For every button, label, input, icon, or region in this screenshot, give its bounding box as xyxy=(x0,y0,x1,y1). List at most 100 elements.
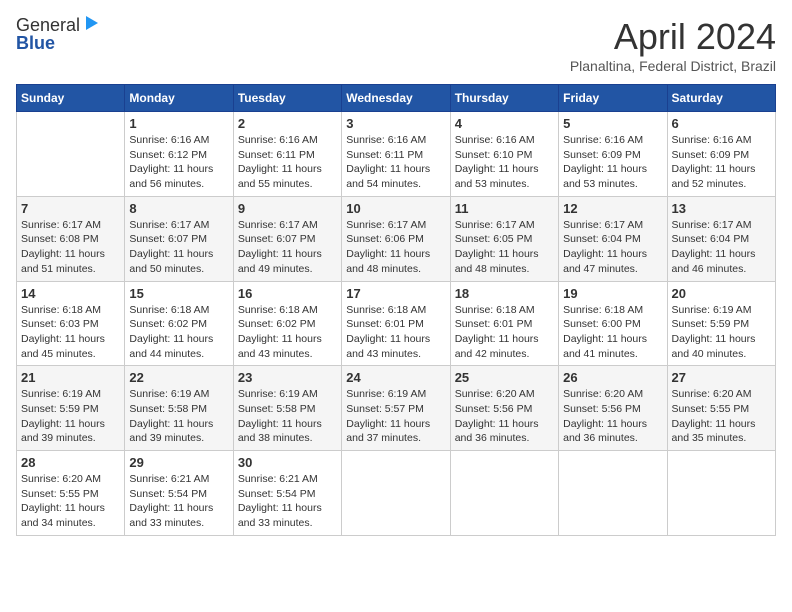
calendar-cell: 3Sunrise: 6:16 AM Sunset: 6:11 PM Daylig… xyxy=(342,112,450,197)
calendar-cell: 9 Sunrise: 6:17 AM Sunset: 6:07 PM Daylig… xyxy=(233,196,341,281)
day-number: 9 xyxy=(238,201,337,216)
calendar-cell: 11 Sunrise: 6:17 AM Sunset: 6:05 PM Dayli… xyxy=(450,196,558,281)
calendar-cell: 22 Sunrise: 6:19 AM Sunset: 5:58 PM Dayli… xyxy=(125,366,233,451)
calendar-cell: 14Sunrise: 6:18 AM Sunset: 6:03 PM Dayli… xyxy=(17,281,125,366)
logo-general-text: General xyxy=(16,16,80,34)
calendar-body: 1 Sunrise: 6:16 AM Sunset: 6:12 PM Daylig… xyxy=(17,112,776,536)
day-number: 1 xyxy=(129,116,228,131)
day-detail: Sunrise: 6:16 AM Sunset: 6:12 PM Dayligh… xyxy=(129,133,228,192)
header-row: SundayMondayTuesdayWednesdayThursdayFrid… xyxy=(17,85,776,112)
week-row-2: 7 Sunrise: 6:17 AM Sunset: 6:08 PM Daylig… xyxy=(17,196,776,281)
col-header-sunday: Sunday xyxy=(17,85,125,112)
calendar-header: SundayMondayTuesdayWednesdayThursdayFrid… xyxy=(17,85,776,112)
day-number: 27 xyxy=(672,370,771,385)
calendar-cell: 30Sunrise: 6:21 AM Sunset: 5:54 PM Dayli… xyxy=(233,451,341,536)
calendar-cell: 28Sunrise: 6:20 AM Sunset: 5:55 PM Dayli… xyxy=(17,451,125,536)
day-detail: Sunrise: 6:16 AM Sunset: 6:09 PM Dayligh… xyxy=(672,133,771,192)
logo: General Blue xyxy=(16,16,98,53)
page-header: General Blue April 2024 Planaltina, Fede… xyxy=(16,16,776,74)
day-detail: Sunrise: 6:17 AM Sunset: 6:04 PM Dayligh… xyxy=(563,218,662,277)
day-detail: Sunrise: 6:20 AM Sunset: 5:55 PM Dayligh… xyxy=(672,387,771,446)
day-detail: Sunrise: 6:17 AM Sunset: 6:06 PM Dayligh… xyxy=(346,218,445,277)
day-detail: Sunrise: 6:19 AM Sunset: 5:58 PM Dayligh… xyxy=(129,387,228,446)
day-number: 4 xyxy=(455,116,554,131)
col-header-friday: Friday xyxy=(559,85,667,112)
col-header-tuesday: Tuesday xyxy=(233,85,341,112)
title-area: April 2024 Planaltina, Federal District,… xyxy=(570,16,776,74)
calendar-cell: 21 Sunrise: 6:19 AM Sunset: 5:59 PM Dayli… xyxy=(17,366,125,451)
day-number: 22 xyxy=(129,370,228,385)
day-number: 30 xyxy=(238,455,337,470)
calendar-cell: 15 Sunrise: 6:18 AM Sunset: 6:02 PM Dayli… xyxy=(125,281,233,366)
col-header-thursday: Thursday xyxy=(450,85,558,112)
day-number: 26 xyxy=(563,370,662,385)
day-detail: Sunrise: 6:20 AM Sunset: 5:56 PM Dayligh… xyxy=(455,387,554,446)
calendar-cell: 5 Sunrise: 6:16 AM Sunset: 6:09 PM Daylig… xyxy=(559,112,667,197)
day-number: 19 xyxy=(563,286,662,301)
calendar-cell: 20 Sunrise: 6:19 AM Sunset: 5:59 PM Dayli… xyxy=(667,281,775,366)
day-number: 7 xyxy=(21,201,120,216)
month-title: April 2024 xyxy=(570,16,776,58)
week-row-3: 14Sunrise: 6:18 AM Sunset: 6:03 PM Dayli… xyxy=(17,281,776,366)
day-number: 5 xyxy=(563,116,662,131)
calendar-cell: 25 Sunrise: 6:20 AM Sunset: 5:56 PM Dayli… xyxy=(450,366,558,451)
day-detail: Sunrise: 6:17 AM Sunset: 6:07 PM Dayligh… xyxy=(129,218,228,277)
calendar-cell: 7 Sunrise: 6:17 AM Sunset: 6:08 PM Daylig… xyxy=(17,196,125,281)
day-detail: Sunrise: 6:19 AM Sunset: 5:57 PM Dayligh… xyxy=(346,387,445,446)
calendar-cell: 4Sunrise: 6:16 AM Sunset: 6:10 PM Daylig… xyxy=(450,112,558,197)
day-number: 29 xyxy=(129,455,228,470)
day-detail: Sunrise: 6:18 AM Sunset: 6:01 PM Dayligh… xyxy=(455,303,554,362)
day-detail: Sunrise: 6:21 AM Sunset: 5:54 PM Dayligh… xyxy=(129,472,228,531)
day-detail: Sunrise: 6:19 AM Sunset: 5:59 PM Dayligh… xyxy=(672,303,771,362)
calendar-cell: 24 Sunrise: 6:19 AM Sunset: 5:57 PM Dayli… xyxy=(342,366,450,451)
day-number: 16 xyxy=(238,286,337,301)
calendar-cell xyxy=(667,451,775,536)
day-detail: Sunrise: 6:18 AM Sunset: 6:01 PM Dayligh… xyxy=(346,303,445,362)
day-detail: Sunrise: 6:17 AM Sunset: 6:08 PM Dayligh… xyxy=(21,218,120,277)
col-header-monday: Monday xyxy=(125,85,233,112)
logo-arrow-icon xyxy=(84,16,98,34)
day-detail: Sunrise: 6:17 AM Sunset: 6:05 PM Dayligh… xyxy=(455,218,554,277)
week-row-1: 1 Sunrise: 6:16 AM Sunset: 6:12 PM Daylig… xyxy=(17,112,776,197)
day-number: 13 xyxy=(672,201,771,216)
day-detail: Sunrise: 6:19 AM Sunset: 5:58 PM Dayligh… xyxy=(238,387,337,446)
day-number: 24 xyxy=(346,370,445,385)
day-detail: Sunrise: 6:17 AM Sunset: 6:07 PM Dayligh… xyxy=(238,218,337,277)
day-detail: Sunrise: 6:16 AM Sunset: 6:11 PM Dayligh… xyxy=(238,133,337,192)
calendar-cell: 12 Sunrise: 6:17 AM Sunset: 6:04 PM Dayli… xyxy=(559,196,667,281)
calendar-cell: 29 Sunrise: 6:21 AM Sunset: 5:54 PM Dayli… xyxy=(125,451,233,536)
calendar-cell: 16 Sunrise: 6:18 AM Sunset: 6:02 PM Dayli… xyxy=(233,281,341,366)
day-number: 25 xyxy=(455,370,554,385)
calendar-cell: 1 Sunrise: 6:16 AM Sunset: 6:12 PM Daylig… xyxy=(125,112,233,197)
day-number: 15 xyxy=(129,286,228,301)
col-header-wednesday: Wednesday xyxy=(342,85,450,112)
day-detail: Sunrise: 6:18 AM Sunset: 6:03 PM Dayligh… xyxy=(21,303,120,362)
day-detail: Sunrise: 6:17 AM Sunset: 6:04 PM Dayligh… xyxy=(672,218,771,277)
calendar-cell: 10 Sunrise: 6:17 AM Sunset: 6:06 PM Dayli… xyxy=(342,196,450,281)
day-number: 6 xyxy=(672,116,771,131)
day-number: 10 xyxy=(346,201,445,216)
calendar-table: SundayMondayTuesdayWednesdayThursdayFrid… xyxy=(16,84,776,536)
calendar-cell: 2Sunrise: 6:16 AM Sunset: 6:11 PM Daylig… xyxy=(233,112,341,197)
day-number: 21 xyxy=(21,370,120,385)
calendar-cell: 27 Sunrise: 6:20 AM Sunset: 5:55 PM Dayli… xyxy=(667,366,775,451)
week-row-4: 21 Sunrise: 6:19 AM Sunset: 5:59 PM Dayli… xyxy=(17,366,776,451)
logo-blue-text: Blue xyxy=(16,33,55,53)
day-number: 20 xyxy=(672,286,771,301)
day-detail: Sunrise: 6:18 AM Sunset: 6:02 PM Dayligh… xyxy=(129,303,228,362)
day-detail: Sunrise: 6:18 AM Sunset: 6:02 PM Dayligh… xyxy=(238,303,337,362)
calendar-cell: 8Sunrise: 6:17 AM Sunset: 6:07 PM Daylig… xyxy=(125,196,233,281)
week-row-5: 28Sunrise: 6:20 AM Sunset: 5:55 PM Dayli… xyxy=(17,451,776,536)
day-detail: Sunrise: 6:18 AM Sunset: 6:00 PM Dayligh… xyxy=(563,303,662,362)
calendar-cell: 13 Sunrise: 6:17 AM Sunset: 6:04 PM Dayli… xyxy=(667,196,775,281)
day-number: 11 xyxy=(455,201,554,216)
col-header-saturday: Saturday xyxy=(667,85,775,112)
day-number: 3 xyxy=(346,116,445,131)
calendar-cell: 26 Sunrise: 6:20 AM Sunset: 5:56 PM Dayli… xyxy=(559,366,667,451)
day-detail: Sunrise: 6:20 AM Sunset: 5:56 PM Dayligh… xyxy=(563,387,662,446)
day-detail: Sunrise: 6:19 AM Sunset: 5:59 PM Dayligh… xyxy=(21,387,120,446)
calendar-cell xyxy=(559,451,667,536)
day-detail: Sunrise: 6:16 AM Sunset: 6:09 PM Dayligh… xyxy=(563,133,662,192)
day-number: 12 xyxy=(563,201,662,216)
day-detail: Sunrise: 6:20 AM Sunset: 5:55 PM Dayligh… xyxy=(21,472,120,531)
